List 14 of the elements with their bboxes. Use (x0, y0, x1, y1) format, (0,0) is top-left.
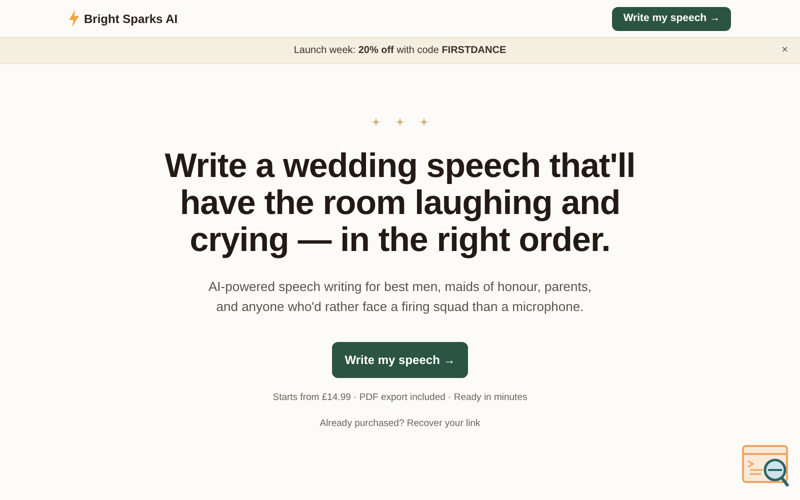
hero-subtitle: AI-powered speech writing for best men, maids of honour, parents, and anyone who'd rather face a firing squad than a microphone. (208, 278, 592, 316)
write-speech-button[interactable]: Write my speech → (612, 7, 731, 31)
sparkle-icon (396, 118, 404, 126)
sparkle-icon (372, 118, 380, 126)
lightning-icon (68, 10, 80, 27)
brand-name: Bright Sparks AI (84, 10, 178, 28)
features-text: Starts from £14.99 · PDF export included · Ready in minutes (272, 391, 528, 405)
sparkle-icon (420, 118, 428, 126)
promo-text: Launch week: 20% off with code FIRSTDANCE (294, 44, 506, 58)
close-button[interactable]: × (782, 42, 788, 59)
hero-title: Write a wedding speech that'll have the room laughing and crying — in the right order. (164, 148, 636, 259)
write-speech-button[interactable]: Write my speech → (332, 342, 468, 378)
recover-link[interactable]: Already purchased? Recover your link (320, 417, 480, 432)
browser-search-icon[interactable] (741, 444, 791, 490)
